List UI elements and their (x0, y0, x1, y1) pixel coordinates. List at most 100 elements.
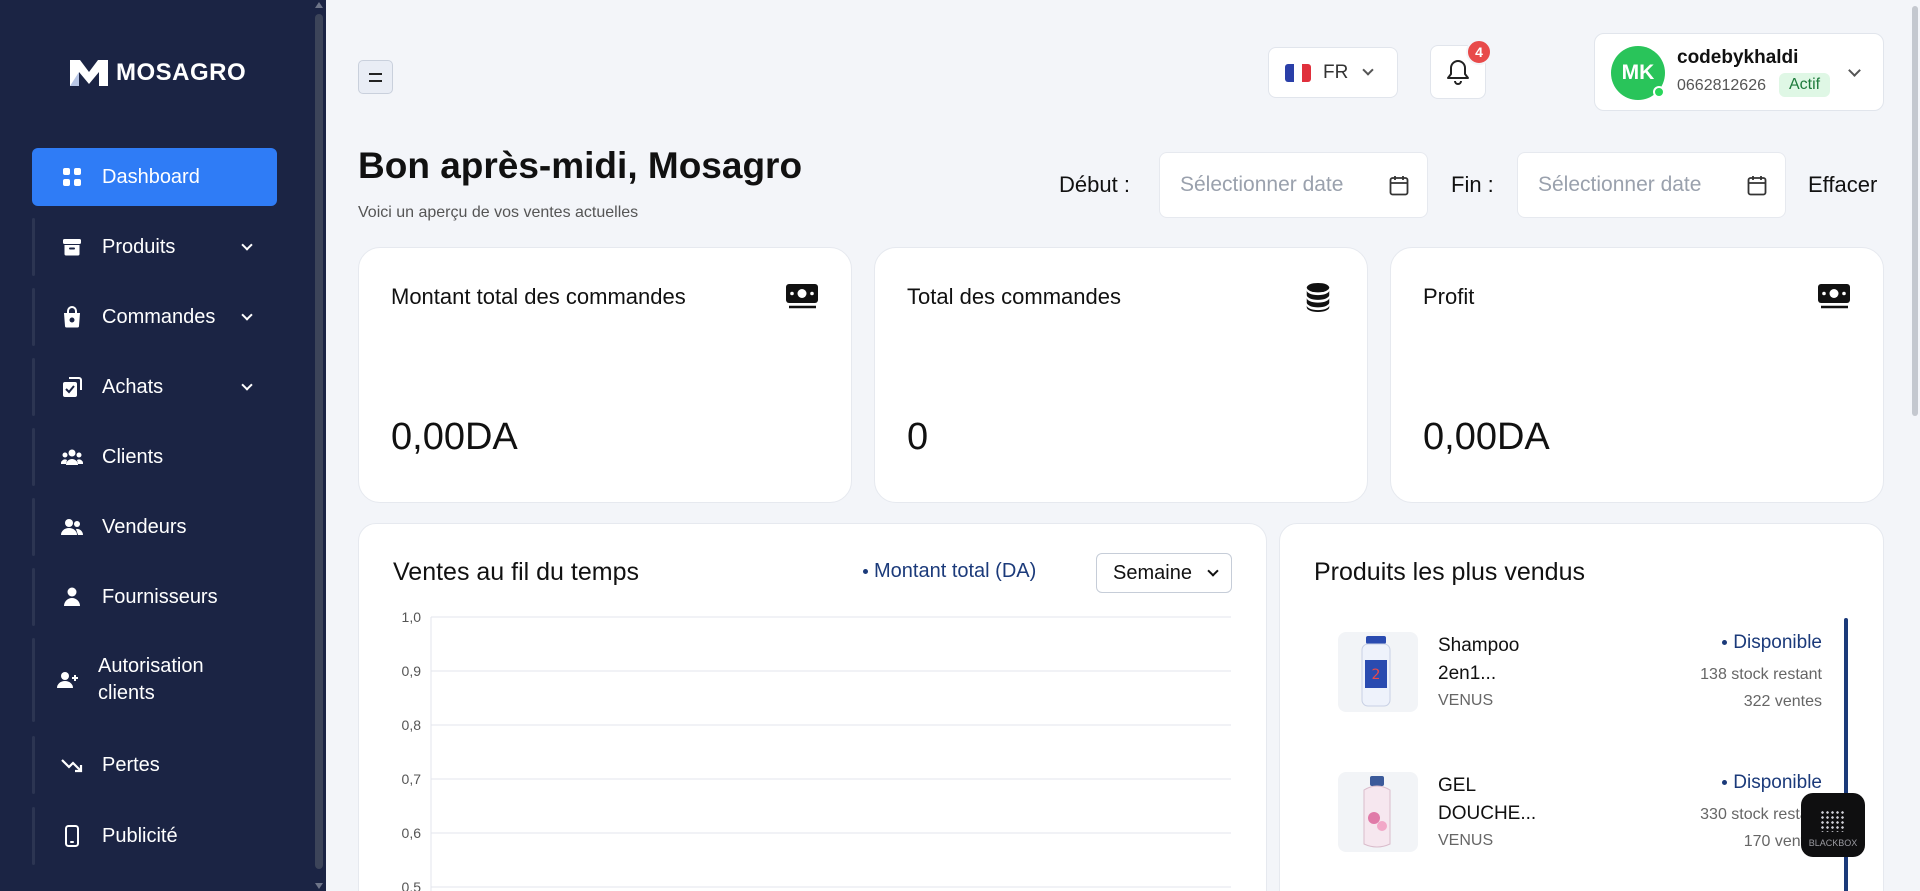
y-tick-label: 0,9 (402, 663, 422, 679)
sidebar-item-label: Commandes (102, 305, 216, 328)
clear-dates-button[interactable]: Effacer (1808, 172, 1877, 198)
sidebar-item-vendeurs[interactable]: Vendeurs (32, 498, 277, 556)
archive-icon (60, 235, 84, 259)
svg-text:2: 2 (1372, 667, 1381, 683)
sidebar-item-publicite[interactable]: Publicité (32, 807, 277, 865)
france-flag-icon (1285, 63, 1311, 82)
user-icon (60, 585, 84, 609)
product-stock: 138 stock restant (1700, 666, 1822, 683)
user-plus-icon (56, 668, 80, 692)
top-products-title: Produits les plus vendus (1314, 558, 1585, 586)
users-icon (60, 445, 84, 469)
kpi-card-total-amount: Montant total des commandes 0,00DA (358, 247, 852, 503)
chevron-down-icon (241, 379, 253, 391)
clipboard-check-icon (60, 375, 84, 399)
language-selector[interactable]: FR (1268, 47, 1398, 98)
y-tick-label: 0,8 (402, 717, 422, 733)
language-code: FR (1323, 61, 1349, 83)
kpi-value: 0,00DA (391, 416, 518, 458)
page-scrollbar[interactable] (1910, 0, 1920, 891)
sidebar-item-label: Autorisation clients (98, 655, 204, 704)
y-tick-label: 0,6 (402, 825, 422, 841)
end-date-input[interactable]: Sélectionner date (1517, 152, 1786, 218)
blackbox-logo-icon (1820, 810, 1846, 832)
product-brand: VENUS (1438, 692, 1494, 709)
sidebar-item-autorisation-clients[interactable]: Autorisation clients (32, 638, 277, 722)
sidebar: MOSAGRO Dashboard Produits Commandes Ach… (0, 0, 326, 891)
sidebar-item-commandes[interactable]: Commandes (32, 288, 277, 346)
blackbox-widget-button[interactable]: BLACKBOX (1801, 793, 1865, 857)
scroll-up-arrow-icon[interactable] (315, 2, 323, 8)
product-availability: Disponible (1722, 772, 1822, 794)
logo-mark-icon (70, 60, 108, 86)
grid-icon (60, 165, 84, 189)
sidebar-item-clients[interactable]: Clients (32, 428, 277, 486)
list-item[interactable]: GEL DOUCHE... VENUS Disponible 330 stock… (1338, 772, 1822, 872)
calendar-icon (1389, 176, 1409, 196)
calendar-icon (1747, 176, 1767, 196)
y-tick-label: 1,0 (402, 609, 422, 625)
avatar: MK (1611, 46, 1665, 100)
chevron-down-icon (241, 239, 253, 251)
sidebar-item-label: Pertes (102, 753, 160, 776)
end-date-placeholder: Sélectionner date (1538, 173, 1702, 196)
user-group-icon (60, 515, 84, 539)
start-date-placeholder: Sélectionner date (1180, 173, 1344, 196)
y-tick-label: 0,7 (402, 771, 422, 787)
product-image (1338, 772, 1418, 852)
avatar-initials: MK (1621, 61, 1655, 84)
scroll-down-arrow-icon[interactable] (315, 883, 323, 889)
start-date-label: Début : (1059, 172, 1130, 197)
brand-logo[interactable]: MOSAGRO (68, 56, 246, 90)
online-status-dot (1653, 86, 1665, 98)
sidebar-item-pertes[interactable]: Pertes (32, 736, 277, 794)
top-products-card: Produits les plus vendus 2 Shampoo 2en1.… (1279, 523, 1884, 891)
sidebar-scrollbar[interactable] (312, 0, 326, 891)
page-scrollbar-thumb[interactable] (1912, 6, 1918, 416)
trend-down-icon (60, 753, 84, 777)
product-name: GEL DOUCHE... (1438, 775, 1537, 824)
status-dot-icon (1722, 780, 1728, 786)
list-item[interactable]: 2 Shampoo 2en1... VENUS Disponible 138 s… (1338, 632, 1822, 732)
sidebar-item-label: Produits (102, 235, 176, 258)
kpi-title: Montant total des commandes (391, 284, 686, 309)
money-icon (786, 284, 818, 309)
sidebar-item-label: Publicité (102, 824, 178, 847)
sales-chart-card: Ventes au fil du temps Montant total (DA… (358, 523, 1267, 891)
blackbox-label: BLACKBOX (1808, 838, 1858, 848)
phone-icon (60, 824, 84, 848)
user-menu[interactable]: MK codebykhaldi 0662812626 Actif (1594, 33, 1884, 111)
menu-toggle-button[interactable] (358, 60, 393, 94)
sidebar-item-achats[interactable]: Achats (32, 358, 277, 416)
page-title: Bon après-midi, Mosagro (358, 145, 803, 186)
product-availability: Disponible (1722, 632, 1822, 654)
sidebar-item-label: Clients (102, 445, 164, 468)
sidebar-item-produits[interactable]: Produits (32, 218, 277, 276)
kpi-title: Total des commandes (907, 284, 1121, 309)
sidebar-scrollbar-thumb[interactable] (315, 14, 323, 869)
shopping-bag-icon (60, 305, 84, 329)
status-dot-icon (1722, 640, 1728, 646)
notification-count-badge: 4 (1466, 39, 1492, 65)
product-brand: VENUS (1438, 832, 1494, 849)
chevron-down-icon (1362, 64, 1374, 76)
brand-name: MOSAGRO (116, 59, 247, 86)
kpi-card-profit: Profit 0,00DA (1390, 247, 1884, 503)
kpi-title: Profit (1423, 284, 1475, 309)
start-date-input[interactable]: Sélectionner date (1159, 152, 1428, 218)
kpi-value: 0,00DA (1423, 416, 1550, 458)
sidebar-item-dashboard[interactable]: Dashboard (32, 148, 277, 206)
product-image: 2 (1338, 632, 1418, 712)
end-date-label: Fin : (1451, 172, 1494, 197)
sidebar-item-fournisseurs[interactable]: Fournisseurs (32, 568, 277, 626)
user-phone: 0662812626 (1677, 77, 1766, 94)
database-icon (1306, 282, 1330, 312)
bell-icon (1447, 60, 1469, 85)
kpi-value: 0 (907, 416, 929, 458)
sidebar-item-label: Dashboard (102, 165, 200, 188)
chevron-down-icon (241, 309, 253, 321)
user-status-badge: Actif (1779, 73, 1831, 97)
page-subtitle: Voici un aperçu de vos ventes actuelles (358, 204, 639, 221)
product-sales: 322 ventes (1743, 693, 1822, 710)
sidebar-item-label: Vendeurs (102, 515, 187, 538)
